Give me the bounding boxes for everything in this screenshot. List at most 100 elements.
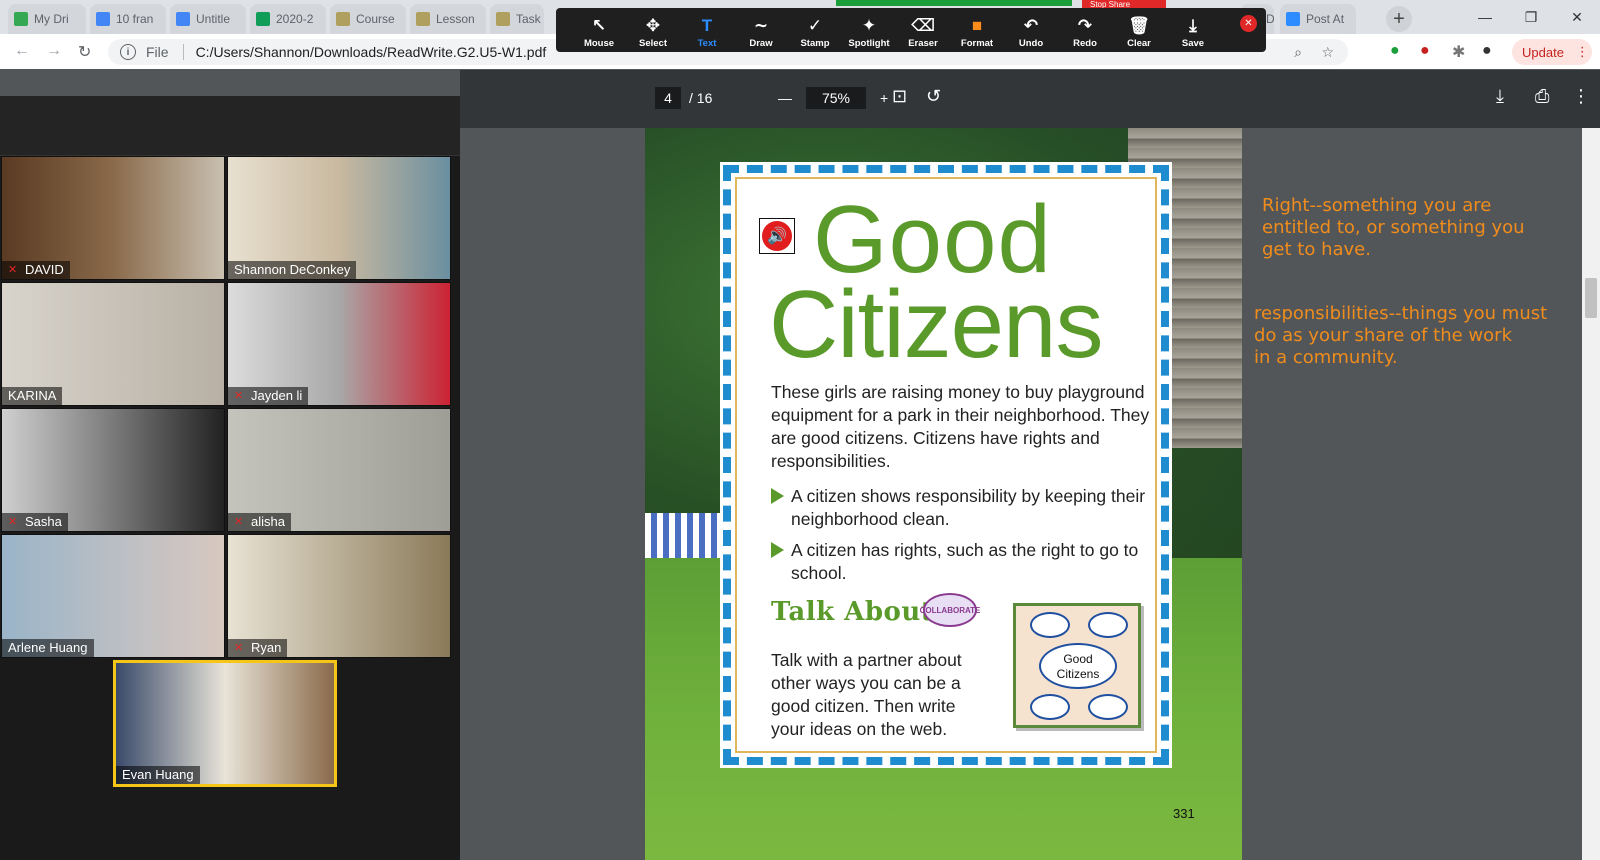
tool-spotlight-button[interactable]: ✦ Spotlight [842,8,896,52]
tool-select-button[interactable]: ✥ Select [626,8,680,52]
format-icon: ■ [971,16,983,35]
muted-mic-icon: ✕ [234,642,244,654]
participant-name: Sasha [25,514,62,529]
participant-video-tile[interactable]: ✕ DAVID [1,156,225,280]
new-tab-button[interactable]: + [1386,6,1412,32]
pdf-toolbar: 4 / 16 — 75% + ⊡ ↺ ⤓ ⎙ ⋮ [460,70,1600,128]
participant-name: Jayden li [251,388,303,403]
participant-video-tile[interactable]: KARINA [1,282,225,406]
participant-name-label: ✕ DAVID [2,261,70,279]
participant-name-label: Shannon DeConkey [228,261,357,279]
tool-label: Clear [1127,38,1151,49]
tool-stamp-button[interactable]: ✓ Stamp [788,8,842,52]
window-controls: — ❐ ✕ [1462,0,1600,34]
puzzle-icon[interactable]: ✱ [1452,42,1465,62]
web-node [1030,694,1070,720]
info-icon[interactable]: i [120,44,136,60]
participant-name: KARINA [8,388,57,403]
tool-format-button[interactable]: ■ Format [950,8,1004,52]
fit-page-icon[interactable]: ⊡ [892,86,907,107]
bookmark-star-icon[interactable]: ☆ [1321,44,1334,61]
tab-label: Lesson [436,12,475,26]
participant-name-label: ✕ Ryan [228,639,288,657]
zoom-controls: — 75% + [778,87,888,109]
browser-tab[interactable]: 2020-2 [250,4,326,34]
page-current-input[interactable]: 4 [655,87,681,109]
participant-name: Shannon DeConkey [234,262,351,277]
tool-undo-button[interactable]: ↶ Undo [1004,8,1058,52]
browser-tab[interactable]: Post At [1280,4,1356,34]
redo-icon: ↷ [1077,16,1093,35]
select-icon: ✥ [645,16,661,35]
update-label: Update [1522,44,1564,60]
rotate-icon[interactable]: ↺ [926,86,941,107]
tool-label: Eraser [908,38,938,49]
tab-favicon-icon [1286,12,1300,26]
profile-avatar[interactable]: ● [1482,42,1492,60]
collaborate-badge: COLLABORATE [920,593,980,627]
bullet-arrow-icon [771,488,784,504]
title-citizens: Citizens [769,271,1103,378]
address-scheme: File [146,44,169,60]
reload-icon[interactable]: ↻ [78,42,91,62]
update-button[interactable]: Update ⋮ [1512,39,1592,65]
tab-favicon-icon [416,12,430,26]
close-annotation-icon[interactable]: ✕ [1240,15,1257,32]
participant-name: Ryan [251,640,282,655]
download-icon[interactable]: ⤓ [1496,86,1504,107]
participant-video-tile[interactable]: ✕ alisha [227,408,451,532]
more-options-icon[interactable]: ⋮ [1572,86,1590,107]
pdf-scrollbar[interactable] [1582,128,1600,860]
tool-draw-button[interactable]: ∼ Draw [734,8,788,52]
participant-video-tile[interactable]: Arlene Huang [1,534,225,658]
browser-tab[interactable]: Lesson [410,4,486,34]
page-number: 331 [1173,806,1195,821]
text-icon: T [701,16,713,35]
zoom-level-input[interactable]: 75% [806,87,866,109]
extension-icon[interactable]: ● [1390,42,1400,60]
participant-video-tile[interactable]: ✕ Jayden li [227,282,451,406]
participant-video-tile[interactable]: Evan Huang [113,660,337,787]
participant-name-label: ✕ Sasha [2,513,68,531]
eraser-icon: ⌫ [910,16,936,35]
web-node [1088,694,1128,720]
tool-redo-button[interactable]: ↷ Redo [1058,8,1112,52]
zoom-icon[interactable]: ⌕ [1294,44,1302,61]
forward-icon[interactable]: → [46,42,62,60]
browser-tab[interactable]: Task l [490,4,544,34]
tool-label: Spotlight [848,38,890,49]
intro-paragraph: These girls are raising money to buy pla… [771,382,1150,471]
tool-mouse-button[interactable]: ↖ Mouse [572,8,626,52]
scrollbar-thumb[interactable] [1585,278,1597,318]
audio-button[interactable]: 🔊 [759,218,795,254]
web-node [1030,612,1070,638]
minimize-button[interactable]: — [1462,0,1508,34]
zoom-in-icon[interactable]: + [880,90,888,106]
bullet-text: A citizen shows responsibility by keepin… [791,486,1146,529]
participant-video-tile[interactable]: ✕ Ryan [227,534,451,658]
annotation-note-responsibilities: responsibilities--things you must do as … [1254,303,1548,368]
tool-save-button[interactable]: ⤓ Save [1166,8,1220,52]
print-icon[interactable]: ⎙ [1535,86,1549,107]
browser-tab[interactable]: Course [330,4,406,34]
annotation-note-rights: Right--something you are entitled to, or… [1262,195,1525,260]
tool-eraser-button[interactable]: ⌫ Eraser [896,8,950,52]
page-total: / 16 [689,90,713,106]
participant-video-tile[interactable]: Shannon DeConkey [227,156,451,280]
tab-favicon-icon [336,12,350,26]
close-window-button[interactable]: ✕ [1554,0,1600,34]
tool-text-button[interactable]: T Text [680,8,734,52]
tool-label: Stamp [800,38,830,49]
participant-video-tile[interactable]: ✕ Sasha [1,408,225,532]
zoom-out-icon[interactable]: — [778,90,792,106]
tab-label: Untitle [196,12,231,26]
browser-tab[interactable]: My Dri [8,4,86,34]
ublock-icon[interactable]: ● [1420,42,1430,60]
restore-button[interactable]: ❐ [1508,0,1554,34]
bullet-item: A citizen has rights, such as the right … [771,539,1151,585]
back-icon[interactable]: ← [14,42,30,60]
tool-clear-button[interactable]: 🗑 Clear [1112,8,1166,52]
browser-tab[interactable]: 10 fran [90,4,166,34]
spotlight-icon: ✦ [861,16,877,35]
browser-tab[interactable]: Untitle [170,4,246,34]
